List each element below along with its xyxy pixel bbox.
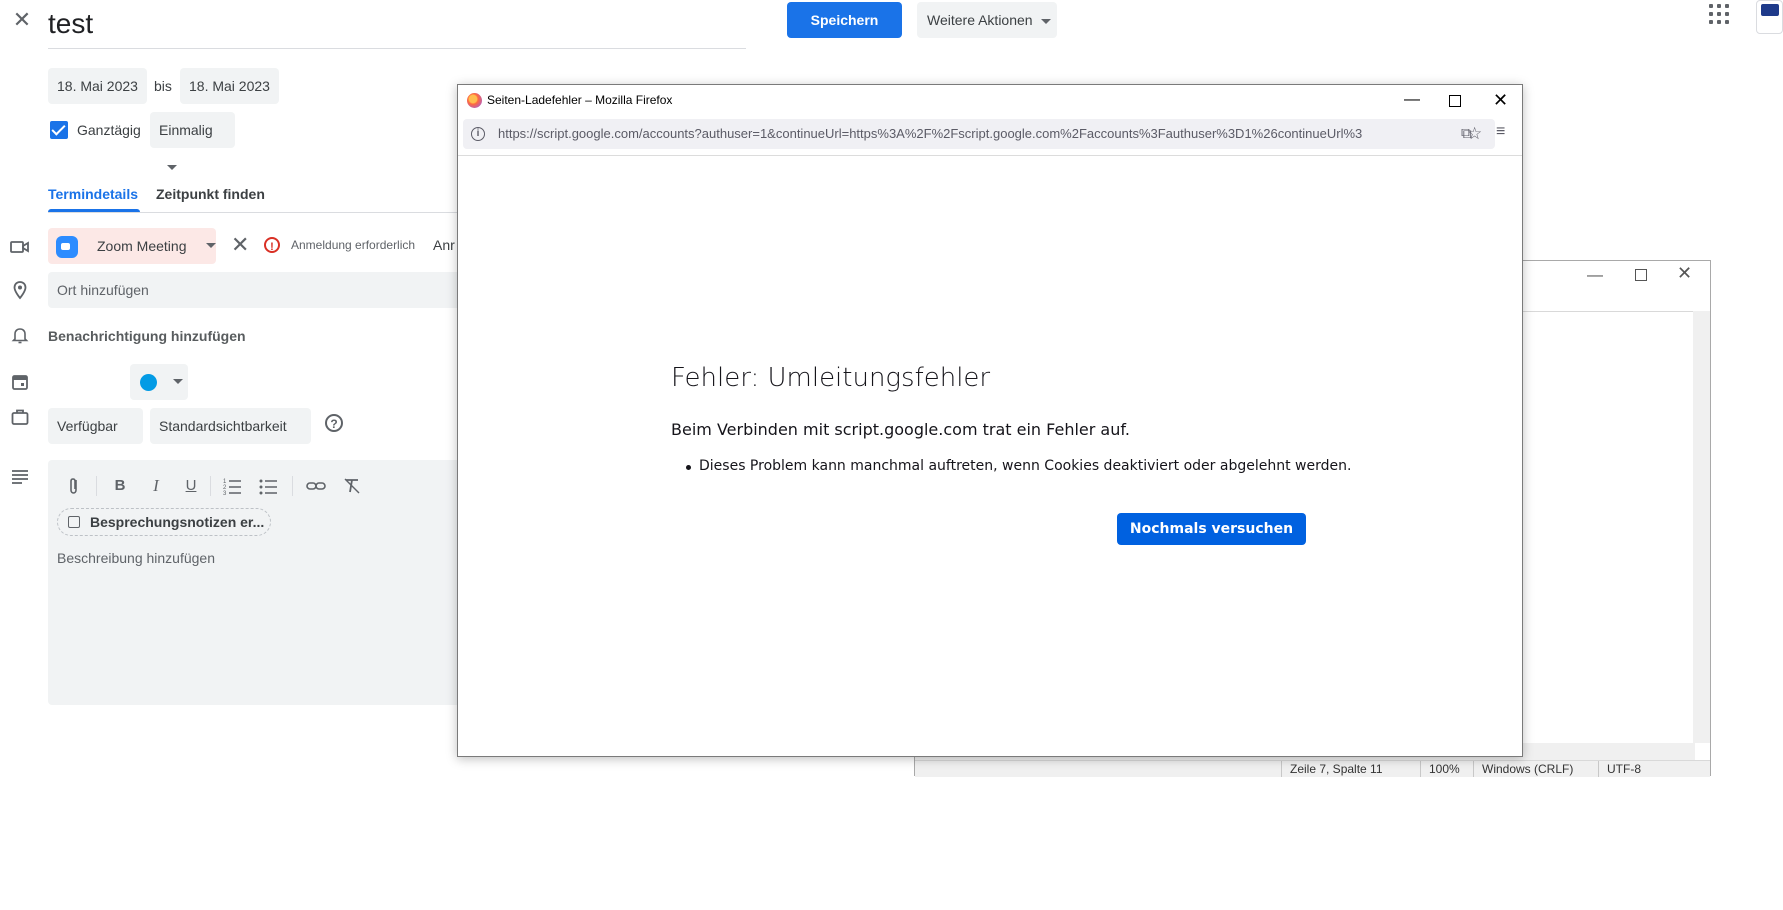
tab-divider — [48, 212, 458, 213]
toolbar-divider — [96, 476, 97, 496]
save-button[interactable]: Speichern — [787, 2, 902, 38]
allday-checkbox[interactable] — [50, 121, 68, 139]
apps-grid-icon[interactable] — [1709, 4, 1731, 26]
add-notification-button[interactable]: Benachrichtigung hinzufügen — [48, 326, 246, 346]
link-icon[interactable] — [304, 474, 328, 498]
minimize-icon[interactable]: — — [1404, 85, 1420, 115]
italic-icon[interactable]: I — [144, 474, 168, 498]
video-camera-icon — [10, 241, 29, 253]
toolbar-divider — [458, 155, 1522, 156]
to-label: bis — [154, 78, 172, 94]
close-icon[interactable]: ✕ — [10, 8, 34, 32]
help-icon[interactable]: ? — [325, 414, 343, 432]
briefcase-icon — [11, 409, 29, 425]
visibility-value: Standardsichtbarkeit — [159, 418, 287, 434]
url-bar[interactable]: i https://script.google.com/accounts?aut… — [463, 119, 1495, 149]
meeting-notes-label: Besprechungsnotizen er... — [90, 514, 265, 530]
bold-icon[interactable]: B — [108, 474, 132, 498]
window-title-bar[interactable]: Seiten-Ladefehler – Mozilla Firefox — ✕ — [458, 85, 1522, 115]
repeat-value: Einmalig — [159, 122, 213, 138]
bulleted-list-icon[interactable] — [256, 474, 280, 498]
error-bullet: Dieses Problem kann manchmal auftreten, … — [685, 458, 1352, 474]
window-title: Seiten-Ladefehler – Mozilla Firefox — [487, 93, 673, 107]
notes-icon — [68, 516, 80, 528]
firefox-popup-window[interactable]: Seiten-Ladefehler – Mozilla Firefox — ✕ … — [457, 84, 1523, 757]
retry-button[interactable]: Nochmals versuchen — [1117, 513, 1306, 545]
login-required-label: Anmeldung erforderlich — [291, 238, 416, 252]
underline-icon[interactable]: U — [179, 474, 203, 498]
start-date-chip[interactable]: 18. Mai 2023 — [48, 68, 147, 104]
maximize-icon[interactable] — [1449, 95, 1461, 107]
conference-label: Zoom Meeting — [97, 238, 187, 254]
numbered-list-icon[interactable]: 123 — [220, 474, 244, 498]
firefox-logo-icon — [467, 93, 482, 108]
toolbar-divider — [210, 476, 211, 496]
end-date-chip[interactable]: 18. Mai 2023 — [180, 68, 279, 104]
event-title-input[interactable]: test — [48, 6, 746, 49]
close-icon[interactable]: ✕ — [1677, 263, 1692, 284]
tab-event-details[interactable]: Termindetails — [48, 178, 138, 210]
url-text: https://script.google.com/accounts?authu… — [498, 126, 1363, 141]
location-input[interactable]: Ort hinzufügen — [48, 272, 458, 308]
color-dot — [140, 374, 157, 391]
chevron-down-icon — [1040, 18, 1051, 24]
site-info-icon[interactable]: i — [471, 127, 485, 141]
account-logo[interactable] — [1756, 0, 1783, 34]
repeat-select[interactable]: Einmalig — [150, 112, 235, 170]
svg-text:3: 3 — [223, 491, 227, 497]
maximize-icon[interactable] — [1635, 269, 1647, 281]
warning-icon: ! — [264, 237, 280, 253]
status-position: Zeile 7, Spalte 11 — [1281, 761, 1383, 777]
status-zoom: 100% — [1420, 761, 1460, 777]
status-encoding: UTF-8 — [1598, 761, 1641, 777]
description-lines-icon — [12, 470, 28, 484]
availability-value: Verfügbar — [57, 418, 118, 434]
error-subtitle: Beim Verbinden mit script.google.com tra… — [671, 420, 1130, 439]
location-pin-icon — [13, 281, 27, 300]
notepad-status-bar: Zeile 7, Spalte 11 100% Windows (CRLF) U… — [915, 760, 1710, 777]
clear-formatting-icon[interactable] — [340, 474, 364, 498]
hamburger-menu-icon[interactable]: ≡ — [1496, 123, 1505, 141]
conference-chip[interactable]: Zoom Meeting — [48, 228, 216, 264]
visibility-select[interactable]: Standardsichtbarkeit — [150, 408, 311, 466]
chevron-down-icon — [206, 243, 216, 248]
more-actions-button[interactable]: Weitere Aktionen — [917, 2, 1057, 38]
vertical-scrollbar[interactable] — [1693, 311, 1710, 743]
extensions-icon[interactable]: ⧉ — [1461, 125, 1472, 142]
attachment-icon[interactable] — [62, 474, 86, 498]
meeting-notes-chip[interactable]: Besprechungsnotizen er... — [57, 508, 271, 536]
close-icon[interactable]: ✕ — [1493, 85, 1508, 115]
event-color-select[interactable] — [130, 364, 188, 400]
description-placeholder: Beschreibung hinzufügen — [57, 550, 216, 566]
minimize-icon[interactable]: — — [1587, 267, 1603, 285]
zoom-icon — [56, 236, 78, 258]
calendar-icon — [12, 375, 28, 390]
bell-icon — [11, 328, 29, 344]
tab-find-time[interactable]: Zeitpunkt finden — [156, 178, 265, 210]
toolbar-divider — [292, 476, 293, 496]
remove-conference-icon[interactable]: ✕ — [231, 233, 249, 257]
error-title: Fehler: Umleitungsfehler — [671, 363, 991, 393]
truncated-link[interactable]: Anr — [433, 236, 455, 254]
allday-label: Ganztägig — [77, 122, 141, 138]
chevron-down-icon — [173, 379, 183, 384]
status-line-endings: Windows (CRLF) — [1473, 761, 1573, 777]
description-editor[interactable]: B I U 123 Besprechungsnotizen er... Besc… — [48, 460, 458, 705]
chevron-down-icon — [167, 164, 177, 170]
more-actions-label: Weitere Aktionen — [927, 12, 1033, 28]
availability-select[interactable]: Verfügbar — [48, 408, 143, 466]
